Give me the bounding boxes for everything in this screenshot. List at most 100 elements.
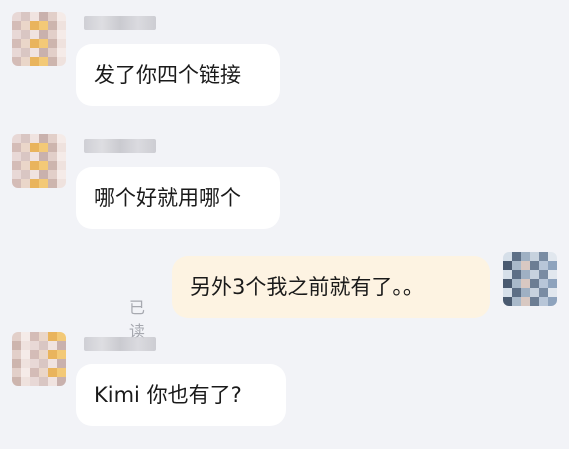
avatar-pixel (21, 57, 30, 66)
avatar-pixel (12, 143, 21, 152)
avatar-pixel (12, 21, 21, 30)
avatar-pixel (512, 297, 521, 306)
avatar-pixel (48, 152, 57, 161)
avatar-pixel (21, 332, 30, 341)
avatar-pixel (48, 161, 57, 170)
avatar-pixel (39, 377, 48, 386)
avatar-pixel (539, 297, 548, 306)
read-status: 已读 (129, 298, 146, 341)
avatar-pixel (39, 134, 48, 143)
avatar-pixel (530, 297, 539, 306)
avatar-pixel (57, 341, 66, 350)
avatar-pixel (30, 30, 39, 39)
avatar-pixel (30, 332, 39, 341)
avatar-pixel (48, 143, 57, 152)
avatar-pixel (48, 341, 57, 350)
avatar-pixel (39, 170, 48, 179)
avatar-pixel (21, 12, 30, 21)
avatar-pixel (57, 377, 66, 386)
avatar-pixel (21, 48, 30, 57)
avatar-pixel (30, 12, 39, 21)
avatar-pixel (48, 39, 57, 48)
avatar-pixel (512, 279, 521, 288)
message-bubble[interactable]: 发了你四个链接 (76, 44, 280, 106)
avatar-pixel (12, 359, 21, 368)
avatar-pixel (39, 161, 48, 170)
avatar-pixel (30, 350, 39, 359)
avatar-pixel (39, 341, 48, 350)
avatar-pixel (512, 252, 521, 261)
avatar-pixel (57, 39, 66, 48)
avatar-pixel (39, 30, 48, 39)
avatar-pixel (548, 270, 557, 279)
avatar[interactable] (503, 252, 557, 306)
avatar-pixel (21, 21, 30, 30)
avatar-pixel (30, 341, 39, 350)
avatar-pixel (57, 12, 66, 21)
avatar-pixel (21, 179, 30, 188)
avatar-pixel (30, 359, 39, 368)
avatar-pixel (48, 359, 57, 368)
avatar-pixel (548, 261, 557, 270)
message-text: 哪个好就用哪个 (94, 186, 241, 210)
message-text: Kimi 你也有了? (94, 383, 242, 407)
avatar-pixel (12, 350, 21, 359)
avatar-pixel (30, 134, 39, 143)
avatar-pixel (503, 270, 512, 279)
avatar-pixel (48, 170, 57, 179)
sender-name-blurred (84, 337, 156, 351)
avatar-pixel (57, 368, 66, 377)
avatar-pixel (30, 368, 39, 377)
avatar-pixel (30, 152, 39, 161)
avatar-pixel (57, 359, 66, 368)
message-text: 发了你四个链接 (94, 63, 241, 87)
avatar-pixel (21, 152, 30, 161)
avatar-pixel (57, 170, 66, 179)
avatar-pixel (57, 57, 66, 66)
avatar-pixel (30, 161, 39, 170)
avatar[interactable] (12, 12, 66, 66)
avatar-pixel (48, 350, 57, 359)
avatar-pixel (12, 134, 21, 143)
avatar-pixel (39, 57, 48, 66)
avatar-pixel (57, 350, 66, 359)
avatar-pixel (21, 368, 30, 377)
avatar-pixel (57, 332, 66, 341)
avatar-pixel (39, 368, 48, 377)
sender-name-blurred (84, 139, 156, 153)
avatar[interactable] (12, 134, 66, 188)
avatar-pixel (39, 39, 48, 48)
avatar-pixel (30, 57, 39, 66)
avatar-pixel (503, 252, 512, 261)
avatar-pixel (48, 332, 57, 341)
avatar-pixel (39, 21, 48, 30)
avatar[interactable] (12, 332, 66, 386)
message-bubble[interactable]: Kimi 你也有了? (76, 364, 286, 426)
avatar-pixel (539, 270, 548, 279)
avatar-pixel (521, 297, 530, 306)
avatar-pixel (39, 179, 48, 188)
avatar-pixel (57, 179, 66, 188)
avatar-pixel (12, 368, 21, 377)
avatar-pixel (539, 252, 548, 261)
avatar-pixel (57, 161, 66, 170)
avatar-pixel (521, 270, 530, 279)
avatar-pixel (39, 350, 48, 359)
avatar-pixel (21, 170, 30, 179)
avatar-pixel (57, 134, 66, 143)
avatar-pixel (12, 39, 21, 48)
avatar-pixel (21, 143, 30, 152)
avatar-pixel (21, 161, 30, 170)
message-bubble[interactable]: 另外3个我之前就有了。。 (172, 256, 490, 318)
avatar-pixel (539, 288, 548, 297)
avatar-pixel (39, 332, 48, 341)
avatar-pixel (512, 261, 521, 270)
avatar-pixel (12, 48, 21, 57)
avatar-pixel (57, 48, 66, 57)
avatar-pixel (48, 48, 57, 57)
avatar-pixel (12, 161, 21, 170)
message-bubble[interactable]: 哪个好就用哪个 (76, 167, 280, 229)
avatar-pixel (48, 377, 57, 386)
avatar-pixel (39, 359, 48, 368)
avatar-pixel (12, 179, 21, 188)
